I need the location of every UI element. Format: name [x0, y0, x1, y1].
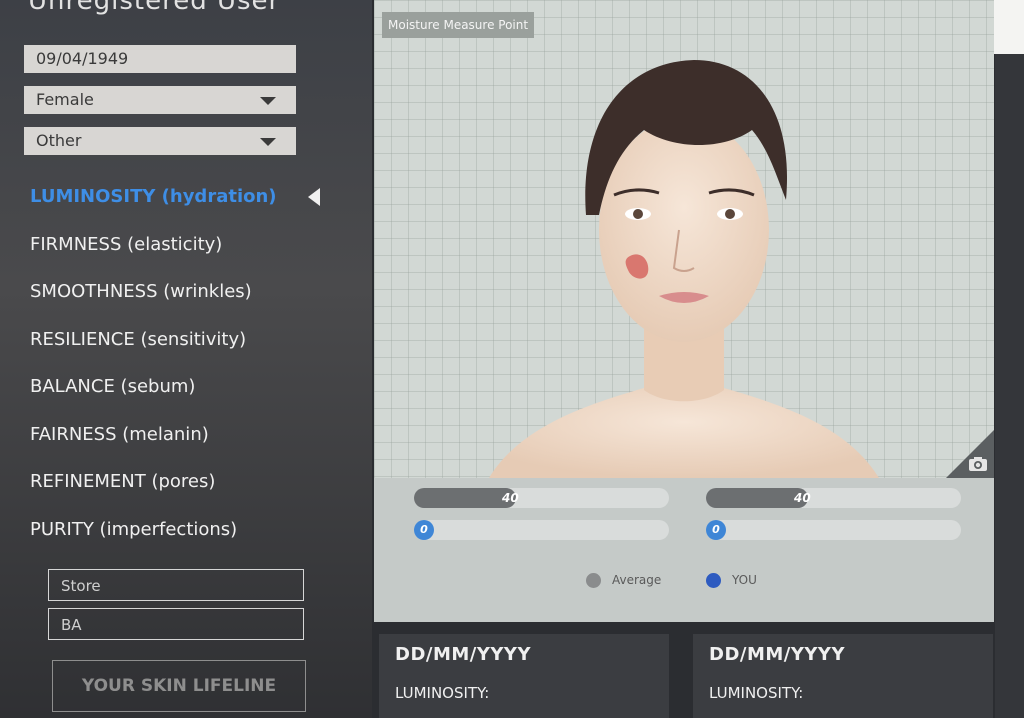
menu-item-label: BALANCE (sebum): [30, 376, 196, 397]
birth-date-field[interactable]: 09/04/1949: [24, 45, 296, 73]
menu-item-label: SMOOTHNESS (wrinkles): [30, 281, 252, 302]
face-illustration: [489, 60, 879, 478]
left-you-marker: 0: [414, 520, 434, 540]
history-card-1[interactable]: DD/MM/YYYY LUMINOSITY:: [379, 634, 669, 718]
menu-item-label: PURITY (imperfections): [30, 518, 238, 540]
left-average-value: 40: [502, 491, 519, 505]
menu-item-label: FAIRNESS (melanin): [30, 423, 209, 445]
card-date: DD/MM/YYYY: [395, 644, 531, 665]
average-legend-label: Average: [612, 573, 662, 587]
skin-lifeline-button[interactable]: YOUR SKIN LIFELINE: [52, 660, 306, 712]
menu-item-label: FIRMNESS (elasticity): [30, 233, 223, 255]
left-average-track: 40: [414, 488, 669, 508]
moisture-measure-label: Moisture Measure Point: [382, 12, 535, 38]
right-edge: [995, 54, 1024, 718]
right-you-marker: 0: [706, 520, 726, 540]
history-card-2[interactable]: DD/MM/YYYY LUMINOSITY:: [693, 634, 993, 718]
store-placeholder: Store: [61, 577, 101, 595]
menu-item-balance[interactable]: BALANCE (sebum): [30, 370, 360, 418]
you-legend-label: YOU: [732, 573, 757, 587]
ethnicity-value: Other: [36, 131, 82, 150]
ethnicity-select[interactable]: Other: [24, 127, 296, 155]
face-grid-area: Moisture Measure Point: [374, 0, 994, 478]
chevron-down-icon: [260, 97, 276, 105]
left-panel: Unregistered User 09/04/1949 Female Othe…: [0, 0, 372, 718]
left-average-bar: [414, 488, 516, 508]
right-average-bar: [706, 488, 808, 508]
menu-item-fairness[interactable]: FAIRNESS (melanin): [30, 418, 360, 466]
ba-placeholder: BA: [61, 616, 82, 634]
card-date: DD/MM/YYYY: [709, 644, 845, 665]
menu-item-purity[interactable]: PURITY (imperfections): [30, 513, 360, 561]
menu-item-label: LUMINOSITY (hydration): [30, 186, 277, 207]
comparison-bars-area: 40 0 40 0 Average YOU: [374, 478, 994, 622]
right-average-track: 40: [706, 488, 961, 508]
menu-item-label: REFINEMENT (pores): [30, 471, 216, 492]
menu-item-label: RESILIENCE (sensitivity): [30, 328, 247, 350]
card-metric: LUMINOSITY:: [709, 684, 804, 702]
left-you-track: 0: [414, 520, 669, 540]
menu-item-smoothness[interactable]: SMOOTHNESS (wrinkles): [30, 275, 360, 323]
right-average-value: 40: [794, 491, 811, 505]
card-metric: LUMINOSITY:: [395, 684, 490, 702]
menu-item-firmness[interactable]: FIRMNESS (elasticity): [30, 228, 360, 276]
right-you-track: 0: [706, 520, 961, 540]
menu-item-resilience[interactable]: RESILIENCE (sensitivity): [30, 323, 360, 371]
camera-icon[interactable]: [968, 456, 988, 472]
face-panel: Moisture Measure Point 40 0 40 0 Average…: [374, 0, 994, 622]
birth-date-value: 09/04/1949: [36, 49, 129, 68]
gender-value: Female: [36, 90, 94, 109]
menu-item-luminosity[interactable]: LUMINOSITY (hydration): [30, 180, 360, 228]
gender-select[interactable]: Female: [24, 86, 296, 114]
you-legend-dot: [706, 573, 721, 588]
store-field[interactable]: Store: [48, 569, 304, 601]
active-pointer-icon: [308, 188, 320, 206]
skin-metric-menu: LUMINOSITY (hydration) FIRMNESS (elastic…: [30, 180, 360, 560]
menu-item-refinement[interactable]: REFINEMENT (pores): [30, 465, 360, 513]
chevron-down-icon: [260, 138, 276, 146]
ba-field[interactable]: BA: [48, 608, 304, 640]
user-header: Unregistered User: [28, 0, 281, 16]
average-legend-dot: [586, 573, 601, 588]
